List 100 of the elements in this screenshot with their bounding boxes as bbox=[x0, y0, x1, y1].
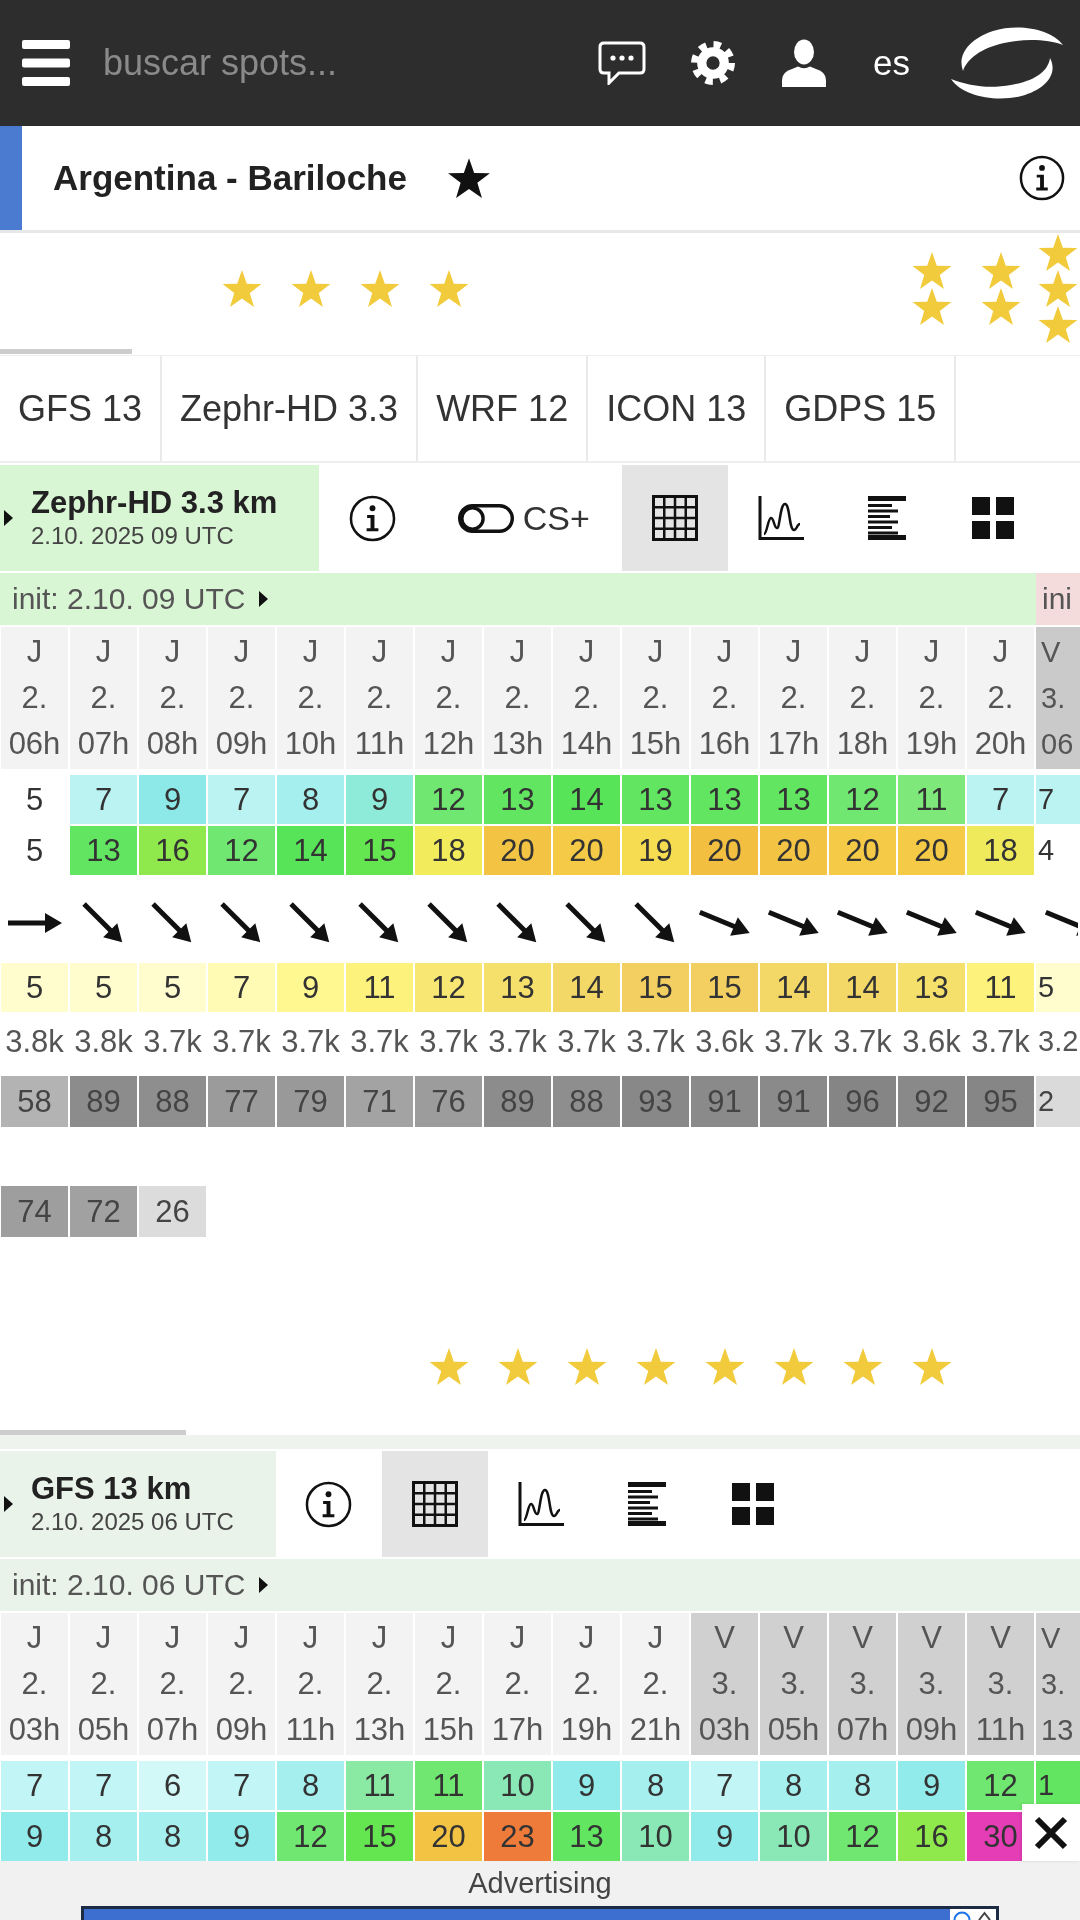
wind-speed-cell: 6 bbox=[139, 1761, 206, 1810]
settings-icon[interactable] bbox=[690, 40, 736, 86]
ad-info-icon[interactable] bbox=[950, 1909, 996, 1920]
hour-label: 10h bbox=[284, 725, 337, 763]
info-icon[interactable] bbox=[1019, 155, 1065, 201]
cloud-cover-cell: 93 bbox=[622, 1076, 689, 1127]
weekday-label: J bbox=[233, 1619, 250, 1657]
next-init-bar[interactable]: ini bbox=[1036, 573, 1080, 625]
altitude-cell-text: 3.8k bbox=[73, 1022, 134, 1061]
weekday-label: J bbox=[647, 1619, 664, 1657]
temperature-cell: 14 bbox=[553, 963, 620, 1012]
wind-gust-cell: 13 bbox=[553, 1812, 620, 1861]
star-icon bbox=[428, 1347, 469, 1385]
cloud-cover-cell: 89 bbox=[70, 1076, 137, 1127]
day-number: 2. bbox=[21, 679, 48, 717]
weekday-label: V bbox=[990, 1619, 1011, 1657]
star-icon bbox=[290, 269, 331, 307]
hour-label: 08h bbox=[146, 725, 199, 763]
temperature-cell: 14 bbox=[829, 963, 896, 1012]
star-icon bbox=[1038, 233, 1078, 271]
ad-banner-placeholder[interactable] bbox=[81, 1906, 999, 1920]
star-icon bbox=[497, 1347, 538, 1385]
wind-gust-cell: 15 bbox=[346, 1812, 413, 1861]
altitude-cell-text: 3.7k bbox=[142, 1022, 203, 1061]
cloud-cover-cell: 89 bbox=[484, 1076, 551, 1127]
hour-label: 11h bbox=[285, 1711, 336, 1749]
star-icon bbox=[842, 1347, 883, 1385]
user-icon[interactable] bbox=[781, 39, 827, 87]
wind-speed-cell: 14 bbox=[553, 775, 620, 824]
altitude-cell-text: 3.8k bbox=[4, 1022, 65, 1061]
init-bar[interactable]: init: 2.10. 06 UTC bbox=[0, 1559, 1080, 1611]
scroll-bar[interactable] bbox=[0, 349, 132, 354]
hour-label: 09h bbox=[215, 725, 268, 763]
wind-speed-cell: 7 bbox=[691, 1761, 758, 1810]
wind-gust-cell: 14 bbox=[277, 826, 344, 875]
wind-gust-cell: 20 bbox=[760, 826, 827, 875]
wind-gust-cell: 12 bbox=[277, 1812, 344, 1861]
star-icon bbox=[980, 251, 1021, 289]
model-header[interactable]: GFS 13 km 2.10. 2025 06 UTC bbox=[0, 1451, 276, 1557]
temperature-cell: 14 bbox=[760, 963, 827, 1012]
weekday-label: J bbox=[371, 633, 388, 671]
table-view-button[interactable] bbox=[381, 1451, 488, 1557]
squares-icon bbox=[731, 1483, 774, 1525]
day-number: 2. bbox=[159, 679, 186, 717]
day-number: 2. bbox=[228, 1665, 255, 1703]
caret-icon bbox=[4, 1496, 13, 1512]
search-field[interactable]: buscar spots... bbox=[95, 28, 575, 98]
hour-label: 03h bbox=[8, 1711, 61, 1749]
table-view-button[interactable] bbox=[622, 465, 729, 571]
init-bar[interactable]: init: 2.10. 09 UTC bbox=[0, 573, 1036, 625]
menu-icon[interactable] bbox=[22, 40, 70, 86]
wind-gust-cell: 8 bbox=[139, 1812, 206, 1861]
wind-speed-cell: 7 bbox=[70, 775, 137, 824]
wind-gust-cell: 20 bbox=[415, 1812, 482, 1861]
star-icon bbox=[1038, 269, 1078, 307]
star-icon bbox=[911, 1347, 952, 1385]
hour-label: 09h bbox=[215, 1711, 268, 1749]
hour-label: 06 bbox=[1041, 727, 1074, 762]
wind-gust-cell: 12 bbox=[829, 1812, 896, 1861]
arrow-icon bbox=[7, 913, 62, 933]
hour-label: 20h bbox=[974, 725, 1027, 763]
wind-speed-cell: 12 bbox=[967, 1761, 1034, 1810]
chat-bubble-icon[interactable] bbox=[598, 41, 646, 85]
star-icon[interactable] bbox=[446, 157, 491, 199]
cloud-cover-cell: 96 bbox=[829, 1076, 896, 1127]
day-number: 2. bbox=[918, 679, 945, 717]
temperature-cell: 11 bbox=[346, 963, 413, 1012]
language-button[interactable]: es bbox=[873, 43, 910, 83]
wind-speed-cell: 9 bbox=[553, 1761, 620, 1810]
weekday-label: J bbox=[95, 1619, 112, 1657]
hour-label: 15h bbox=[629, 725, 682, 763]
wind-speed-cell: 8 bbox=[277, 1761, 344, 1810]
hour-label: 13 bbox=[1041, 1713, 1074, 1748]
weekday-label: J bbox=[440, 633, 457, 671]
wind-gust-cell: 20 bbox=[553, 826, 620, 875]
day-number: 3. bbox=[1041, 1667, 1066, 1702]
cloud-cover-cell: 2 bbox=[1036, 1076, 1080, 1127]
temperature-cell: 13 bbox=[484, 963, 551, 1012]
line-chart-icon bbox=[758, 496, 805, 540]
wind-speed-cell: 8 bbox=[277, 775, 344, 824]
altitude-cell-text: 3.7k bbox=[349, 1022, 410, 1061]
scroll-bar[interactable] bbox=[0, 1430, 186, 1435]
cloud-cover-cell: 91 bbox=[760, 1076, 827, 1127]
altitude-cell-text: 3.7k bbox=[418, 1022, 479, 1061]
star-icon bbox=[428, 269, 469, 307]
grid-icon bbox=[411, 1481, 458, 1527]
star-icon bbox=[1038, 305, 1078, 343]
model-name: GFS 13 km bbox=[31, 1471, 193, 1507]
hour-label: 05h bbox=[767, 1711, 820, 1749]
altitude-cell-text: 3.2 bbox=[1037, 1024, 1080, 1059]
cloud-cover-cell: 77 bbox=[208, 1076, 275, 1127]
toggle-button[interactable]: CS+ bbox=[425, 465, 623, 571]
cloud-cover-cell: 79 bbox=[277, 1076, 344, 1127]
weekday-label: J bbox=[647, 633, 664, 671]
wind-gust-cell: 20 bbox=[898, 826, 965, 875]
model-header[interactable]: Zephr-HD 3.3 km 2.10. 2025 09 UTC bbox=[0, 465, 320, 571]
weekday-label: J bbox=[302, 1619, 319, 1657]
day-number: 3. bbox=[780, 1665, 807, 1703]
close-button[interactable] bbox=[1022, 1804, 1080, 1861]
day-number: 2. bbox=[642, 679, 669, 717]
